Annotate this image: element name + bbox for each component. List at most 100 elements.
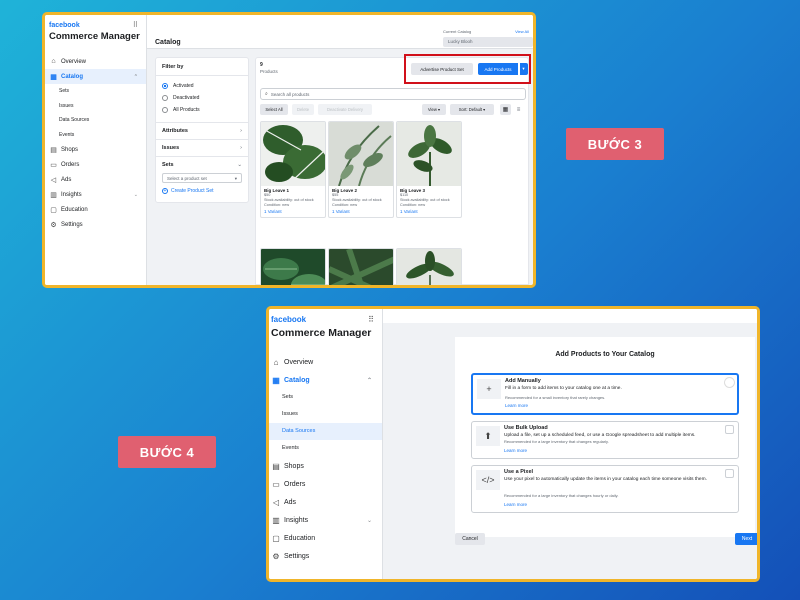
sidebar-item-insights[interactable]: ▥ Insights ⌄ (269, 511, 382, 529)
sidebar-subitem-sets[interactable]: Sets (269, 389, 382, 406)
current-catalog-select[interactable]: Lucky Blooh (443, 37, 533, 47)
sidebar-item-overview[interactable]: ⌂ Overview (269, 353, 382, 371)
megaphone-icon: ◁ (272, 497, 280, 507)
app-title: Commerce Manager (49, 31, 140, 42)
sidebar-item-settings[interactable]: ⚙ Settings (45, 217, 146, 232)
sidebar-subitem-events[interactable]: Events (45, 128, 146, 143)
view-all-link[interactable]: View All (515, 29, 529, 34)
chart-icon: ▥ (272, 515, 280, 525)
product-card[interactable] (260, 248, 326, 285)
sidebar-item-settings[interactable]: ⚙ Settings (269, 547, 382, 565)
sidebar-item-orders[interactable]: ▭ Orders (269, 475, 382, 493)
product-variant-link[interactable]: 1 Variant (397, 208, 461, 217)
screenshot-step4: facebook ⠿ Commerce Manager ⌂ Overview ▦ C… (266, 306, 760, 582)
product-card[interactable]: Big Leave 2 $55 Stock availability: out … (328, 121, 394, 218)
sidebar-item-catalog[interactable]: ▦ Catalog ⌃ (45, 69, 146, 84)
sidebar-subitem-sets[interactable]: Sets (45, 84, 146, 99)
radio-icon (162, 107, 168, 113)
product-card[interactable]: Big Leave 3 $110 Stock availability: out… (396, 121, 462, 218)
product-card[interactable] (396, 248, 462, 285)
fern-leaves-image (329, 122, 393, 186)
sidebar-item-education[interactable]: ▢ Education (269, 529, 382, 547)
select-all-button[interactable]: Select All (260, 104, 288, 115)
sort-dropdown[interactable]: Sort: Default ▾ (450, 104, 494, 115)
search-icon: ⌕ (265, 91, 268, 97)
orders-icon: ▭ (272, 479, 280, 489)
sidebar-item-insights[interactable]: ▥ Insights ⌄ (45, 187, 146, 202)
chart-icon: ▥ (50, 191, 57, 199)
list-view-icon: ≡ (516, 106, 521, 113)
option-bulk-upload[interactable]: ⬆ Use Bulk Upload Upload a file, set up … (471, 421, 739, 459)
add-products-dropdown-button[interactable]: ▾ (518, 63, 528, 75)
learn-more-link[interactable]: Learn more (505, 403, 528, 408)
caret-down-icon: ▾ (234, 176, 237, 181)
grid-view-button[interactable]: ▦ (500, 104, 511, 115)
education-icon: ▢ (50, 206, 57, 214)
chevron-up-icon: ⌃ (133, 73, 138, 80)
product-card[interactable]: Big Leave 1 $50 Stock availability: out … (260, 121, 326, 218)
gear-icon: ⚙ (272, 551, 280, 561)
sidebar-subitem-issues[interactable]: Issues (45, 99, 146, 114)
megaphone-icon: ◁ (50, 176, 57, 184)
learn-more-link[interactable]: Learn more (504, 448, 527, 453)
product-variant-link[interactable]: 1 Variant (329, 208, 393, 217)
search-input[interactable]: ⌕ Search all products (260, 88, 526, 100)
sidebar-subitem-issues[interactable]: Issues (269, 406, 382, 423)
palm-plant-image (397, 249, 461, 285)
product-card[interactable] (328, 248, 394, 285)
checkbox-icon (725, 469, 734, 478)
radio-icon (162, 95, 168, 101)
step-3-badge: BƯỚC 3 (566, 128, 664, 160)
learn-more-link[interactable]: Learn more (504, 502, 527, 507)
plus-circle-icon: + (162, 188, 168, 194)
list-view-button[interactable]: ≡ (513, 104, 524, 115)
dialog-title: Add Products to Your Catalog (555, 351, 655, 358)
filter-deactivated[interactable]: Deactivated (156, 92, 248, 104)
facebook-logo[interactable]: facebook (49, 22, 80, 29)
app-title: Commerce Manager (271, 327, 372, 339)
sidebar-item-shops[interactable]: ▤ Shops (269, 457, 382, 475)
advertise-product-set-button[interactable]: Advertise Product Set (411, 63, 473, 75)
sidebar-subitem-events[interactable]: Events (269, 440, 382, 457)
deactivate-delivery-button[interactable]: Deactivate Delivery (318, 104, 372, 115)
add-products-button[interactable]: Add Products (478, 63, 518, 75)
option-use-pixel[interactable]: </> Use a Pixel Use your pixel to automa… (471, 465, 739, 513)
create-product-set-link[interactable]: + Create Product Set (156, 183, 248, 199)
apps-grid-icon[interactable]: ⠿ (133, 21, 138, 29)
product-variant-link[interactable]: 1 Variant (261, 208, 325, 217)
monstera-leaf-image (261, 122, 325, 186)
caret-down-icon: ▾ (438, 107, 441, 112)
next-button[interactable]: Next (735, 533, 757, 545)
sidebar-subitem-data-sources[interactable]: Data Sources (269, 423, 382, 440)
sidebar-item-overview[interactable]: ⌂ Overview (45, 54, 146, 69)
education-icon: ▢ (272, 533, 280, 543)
sidebar-subitem-data-sources[interactable]: Data Sources (45, 113, 146, 128)
filter-activated[interactable]: Activated (156, 80, 248, 92)
product-set-select[interactable]: Select a product set ▾ (162, 173, 242, 183)
sidebar-item-ads[interactable]: ◁ Ads (45, 172, 146, 187)
filter-panel: Filter by Activated Deactivated All Prod… (155, 57, 249, 203)
sidebar-item-education[interactable]: ▢ Education (45, 202, 146, 217)
sidebar: facebook ⠿ Commerce Manager ⌂ Overview ▦ C… (45, 15, 147, 285)
filter-attributes[interactable]: Attributes › (156, 122, 248, 139)
sidebar-item-shops[interactable]: ▤ Shops (45, 142, 146, 157)
option-add-manually[interactable]: + Add Manually Fill in a form to add ite… (471, 373, 739, 415)
view-dropdown[interactable]: View ▾ (422, 104, 446, 115)
sidebar-item-ads[interactable]: ◁ Ads (269, 493, 382, 511)
screenshot-step3: facebook ⠿ Commerce Manager ⌂ Overview ▦ C… (42, 12, 536, 288)
add-products-dialog: Add Products to Your Catalog + Add Manua… (455, 337, 755, 537)
step-4-badge: BƯỚC 4 (118, 436, 216, 468)
caret-down-icon: ▾ (483, 107, 486, 112)
delete-button[interactable]: Delete (292, 104, 314, 115)
code-icon: </> (476, 470, 500, 490)
sidebar-item-orders[interactable]: ▭ Orders (45, 157, 146, 172)
sidebar-item-catalog[interactable]: ▦ Catalog ⌃ (269, 371, 382, 389)
filter-sets[interactable]: Sets ⌄ (156, 156, 248, 173)
filter-all-products[interactable]: All Products (156, 104, 248, 116)
chevron-down-icon: ⌄ (133, 191, 138, 198)
apps-grid-icon[interactable]: ⠿ (368, 315, 374, 324)
facebook-logo[interactable]: facebook (271, 315, 306, 324)
cancel-button[interactable]: Cancel (455, 533, 485, 545)
chevron-down-icon: ⌄ (366, 517, 372, 524)
filter-issues[interactable]: Issues › (156, 139, 248, 156)
